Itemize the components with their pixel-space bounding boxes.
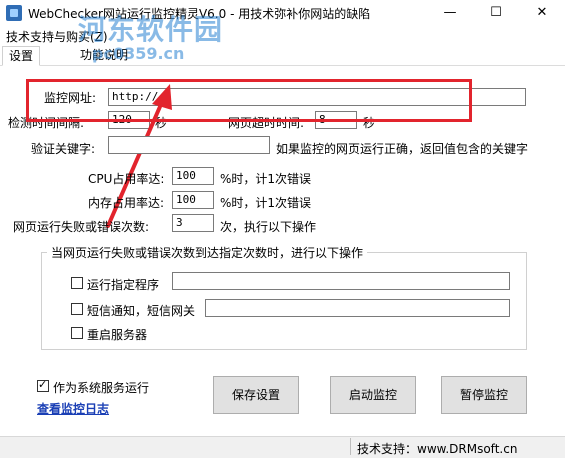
support-status-text: 技术支持：www.DRMsoft.cn (357, 442, 518, 456)
cpu-input[interactable]: 100 (172, 167, 214, 185)
memory-label: 内存占用率达: (88, 196, 165, 210)
start-monitor-button[interactable]: 启动监控 (330, 376, 416, 414)
run-program-checkbox[interactable] (71, 277, 83, 289)
status-separator (350, 438, 351, 455)
actions-group-title: 当网页运行失败或错误次数到达指定次数时，进行以下操作 (47, 244, 368, 261)
service-label[interactable]: 作为系统服务运行 (53, 379, 149, 396)
memory-hint: %时，计1次错误 (220, 196, 312, 210)
fail-count-hint: 次，执行以下操作 (220, 220, 317, 234)
view-log-link[interactable]: 查看监控日志 (37, 400, 109, 417)
sms-gateway-input[interactable] (205, 299, 510, 317)
keyword-label: 验证关键字: (31, 142, 96, 156)
run-program-input[interactable] (172, 272, 510, 290)
memory-input[interactable]: 100 (172, 191, 214, 209)
service-checkbox[interactable] (37, 378, 49, 392)
sms-checkbox[interactable] (71, 303, 83, 315)
restart-checkbox[interactable] (71, 327, 83, 339)
cpu-hint: %时，计1次错误 (220, 172, 312, 186)
save-settings-button[interactable]: 保存设置 (213, 376, 299, 414)
sms-label[interactable]: 短信通知，短信网关 (87, 302, 195, 319)
fail-count-input[interactable]: 3 (172, 214, 214, 232)
pause-monitor-button[interactable]: 暂停监控 (441, 376, 527, 414)
cpu-label: CPU占用率达: (88, 172, 165, 186)
run-program-label[interactable]: 运行指定程序 (87, 276, 159, 293)
restart-label[interactable]: 重启服务器 (87, 326, 147, 343)
keyword-hint: 如果监控的网页运行正确，返回值包含的关键字 (276, 142, 529, 156)
keyword-input[interactable] (108, 136, 270, 154)
fail-count-label: 网页运行失败或错误次数: (13, 220, 150, 234)
